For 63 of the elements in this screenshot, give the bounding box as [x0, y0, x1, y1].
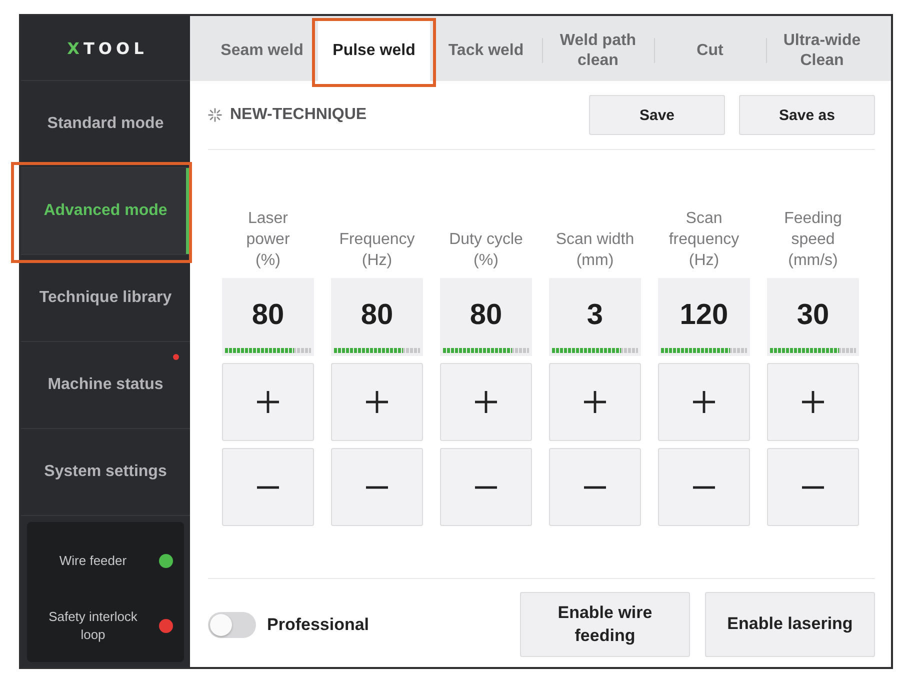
tab[interactable]: Seam weld	[206, 20, 318, 81]
parameter-value: 30	[796, 298, 830, 332]
toggle-label: Professional	[267, 614, 370, 634]
increase-button[interactable]	[222, 363, 314, 441]
action-button[interactable]: Enable lasering	[705, 592, 875, 657]
parameter-value: 80	[252, 298, 284, 332]
minus-icon	[475, 486, 497, 488]
increase-button[interactable]	[331, 363, 423, 441]
plus-icon	[584, 391, 606, 413]
parameter-value: 120	[680, 298, 728, 332]
plus-icon	[257, 391, 279, 413]
increase-button[interactable]	[767, 363, 859, 441]
logo: XTOOL	[66, 38, 148, 58]
plus-icon	[366, 391, 388, 413]
toggle-switch[interactable]	[208, 612, 256, 638]
tab[interactable]: Tack weld	[430, 20, 542, 81]
minus-icon	[802, 486, 824, 488]
sparkle-icon	[208, 108, 222, 122]
technique-name: NEW-TECHNIQUE	[230, 106, 367, 124]
sidebar-item[interactable]: Technique library	[21, 255, 190, 342]
save-button[interactable]: Save	[589, 95, 725, 135]
parameter-value: 80	[360, 298, 394, 332]
parameter-unit: (%)	[256, 251, 280, 271]
tab[interactable]: Pulse weld	[318, 20, 430, 81]
decrease-button[interactable]	[549, 448, 641, 526]
sidebar-item[interactable]: Advanced mode	[21, 168, 190, 255]
minus-icon	[257, 486, 279, 488]
parameter-label: Duty cycle	[449, 230, 523, 250]
decrease-button[interactable]	[331, 448, 423, 526]
minus-icon	[584, 486, 606, 488]
parameter-label: Frequency	[339, 230, 415, 250]
status-label: Safety interlock loop	[48, 608, 138, 644]
parameter-value: 3	[586, 298, 604, 332]
tab[interactable]: Ultra-wide Clean	[766, 20, 878, 81]
parameter-unit: (mm/s)	[788, 251, 838, 271]
decrease-button[interactable]	[440, 448, 532, 526]
action-button[interactable]: Enable wire feeding	[520, 592, 690, 657]
increase-button[interactable]	[549, 363, 641, 441]
minus-icon	[366, 486, 388, 488]
sidebar-item[interactable]: Machine status	[21, 342, 190, 429]
parameter-label: Feeding speed	[783, 209, 843, 250]
tab[interactable]: Weld path clean	[542, 20, 654, 81]
plus-icon	[802, 391, 824, 413]
parameter-unit: (Hz)	[688, 251, 720, 271]
status-label: Wire feeder	[59, 552, 127, 570]
increase-button[interactable]	[658, 363, 750, 441]
minus-icon	[693, 486, 715, 488]
parameter-unit: (%)	[474, 251, 498, 271]
decrease-button[interactable]	[658, 448, 750, 526]
parameter-label: Scan width	[556, 230, 634, 250]
plus-icon	[693, 391, 715, 413]
parameter-label: Laser power	[245, 209, 291, 250]
decrease-button[interactable]	[222, 448, 314, 526]
parameter-value: 80	[470, 298, 502, 332]
increase-button[interactable]	[440, 363, 532, 441]
decrease-button[interactable]	[767, 448, 859, 526]
parameter-unit: (mm)	[576, 251, 614, 271]
parameter-unit: (Hz)	[362, 251, 392, 271]
tab[interactable]: Cut	[654, 20, 766, 81]
save-button[interactable]: Save as	[739, 95, 875, 135]
sidebar-item[interactable]: System settings	[21, 429, 190, 516]
parameter-label: Scan frequency	[668, 209, 740, 250]
plus-icon	[475, 391, 497, 413]
